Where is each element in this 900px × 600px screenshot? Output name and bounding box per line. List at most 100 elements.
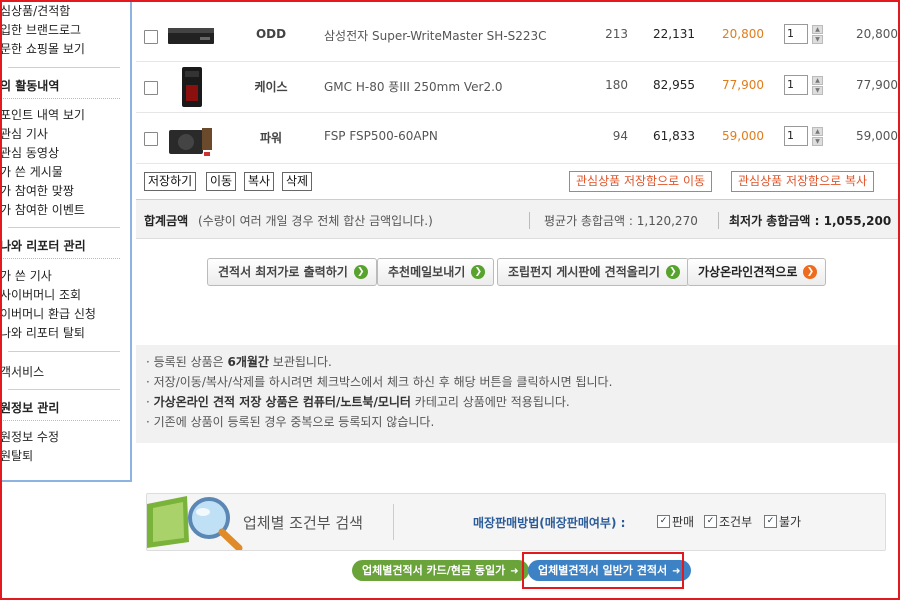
sidebar-item-fav-articles[interactable]: 관심 기사	[0, 125, 48, 142]
product-category: ODD	[255, 27, 287, 41]
sidebar-item-cybermoney[interactable]: 사이버머니 조회	[0, 286, 81, 303]
delete-button[interactable]: 삭제	[282, 172, 313, 191]
sidebar-item-brand-log[interactable]: 입한 브랜드로그	[0, 21, 81, 38]
quantity-stepper[interactable]: ▲ ▼	[812, 127, 823, 147]
lowest-total-amount: 최저가 총합금액 : 1,055,200	[718, 212, 891, 229]
filter-option-sale: 판매	[672, 515, 695, 529]
magnifier-icon	[147, 496, 243, 550]
arrow-right-icon: ❯	[665, 264, 680, 279]
print-lowest-label: 견적서 최저가로 출력하기	[218, 265, 348, 279]
sidebar-dots	[0, 258, 120, 259]
search-title: 업체별 조건부 검색	[243, 514, 363, 532]
mypage-sidebar: 심상품/견적함 입한 브랜드로그 문한 쇼핑몰 보기 의 활동내역 포인트 내역…	[0, 0, 132, 482]
pc-case-thumbnail	[182, 67, 202, 107]
arrow-right-icon: ➜	[510, 566, 519, 577]
sidebar-divider	[8, 389, 120, 390]
product-checkbox[interactable]	[144, 132, 158, 146]
quantity-stepper[interactable]: ▲ ▼	[812, 76, 823, 96]
quantity-input[interactable]: 1	[784, 24, 808, 44]
notice-line: · 가상온라인 견적 저장 상품은 컴퓨터/노트북/모니터 카테고리 상품에만 …	[146, 395, 570, 409]
product-name[interactable]: 삼성전자 Super-WriteMaster SH-S223C	[324, 27, 547, 44]
sidebar-item-wishlist[interactable]: 심상품/견적함	[0, 2, 70, 19]
notice-line: · 등록된 상품은 6개월간 보관됩니다.	[146, 355, 332, 369]
sales-method-label: 매장판매방법(매장판매여부) :	[473, 516, 626, 530]
product-row: ODD 삼성전자 Super-WriteMaster SH-S223C 213 …	[136, 10, 900, 62]
sidebar-item-fav-videos[interactable]: 관심 동영상	[0, 144, 59, 161]
product-avg-price: 82,955	[653, 78, 695, 92]
sidebar-dots	[0, 98, 120, 99]
avg-total-amount: 평균가 총합금액 : 1,120,270	[529, 212, 698, 229]
power-supply-thumbnail	[169, 128, 212, 156]
notice-box: · 등록된 상품은 6개월간 보관됩니다. · 저장/이동/복사/삭제를 하시려…	[136, 345, 900, 443]
filter-checkbox-conditional[interactable]: ✓	[704, 515, 717, 528]
total-note: (수량이 여러 개일 경우 전체 합산 금액입니다.)	[198, 214, 433, 228]
sidebar-item-my-matches[interactable]: 가 참여한 맞짱	[0, 182, 74, 199]
product-lowest-price: 59,000	[722, 129, 764, 143]
move-button[interactable]: 이동	[206, 172, 237, 191]
sidebar-section-member: 원정보 관리	[0, 401, 60, 415]
product-subtotal: 59,000	[856, 129, 898, 143]
sidebar-item-visited-malls[interactable]: 문한 쇼핑몰 보기	[0, 40, 85, 57]
sidebar-dots	[0, 420, 120, 421]
sidebar-item-customer-service[interactable]: 객서비스	[0, 363, 44, 380]
goto-online-estimate-button[interactable]: 가상온라인견적으로 ❯	[687, 258, 827, 286]
product-mall-count: 213	[605, 27, 628, 41]
notice-line: · 기존에 상품이 등록된 경우 중복으로 등록되지 않습니다.	[146, 415, 435, 429]
product-row: 케이스 GMC H-80 풍III 250mm Ver2.0 180 82,95…	[136, 61, 900, 113]
sidebar-divider	[8, 67, 120, 68]
goto-online-label: 가상온라인견적으로	[698, 265, 798, 279]
product-avg-price: 22,131	[653, 27, 695, 41]
product-mall-count: 180	[605, 78, 628, 92]
sidebar-divider	[8, 351, 120, 352]
quantity-input[interactable]: 1	[784, 126, 808, 146]
sidebar-item-edit-member[interactable]: 원정보 수정	[0, 428, 59, 445]
total-label: 합계금액	[144, 214, 189, 228]
action-toolbar: 저장하기 이동 복사 삭제 관심상품 저장함으로 이동 관심상품 저장함으로 복…	[136, 165, 900, 200]
product-category: 케이스	[254, 80, 288, 94]
product-lowest-price: 20,800	[722, 27, 764, 41]
conditional-search-panel: 업체별 조건부 검색 매장판매방법(매장판매여부) : ✓ 판매 ✓ 조건부 ✓…	[146, 493, 886, 551]
post-board-button[interactable]: 조립펀지 게시판에 견적올리기 ❯	[497, 258, 689, 286]
product-lowest-price: 77,900	[722, 78, 764, 92]
sidebar-item-my-posts[interactable]: 가 쓴 게시물	[0, 163, 63, 180]
send-mail-label: 추천메일보내기	[388, 265, 466, 279]
search-divider	[393, 504, 394, 540]
sidebar-section-activity: 의 활동내역	[0, 79, 60, 93]
product-category: 파워	[259, 131, 283, 145]
move-to-wishlist-button[interactable]: 관심상품 저장함으로 이동	[569, 171, 713, 192]
total-summary: 합계금액 (수량이 여러 개일 경우 전체 합산 금액입니다.) 평균가 총합금…	[136, 200, 900, 239]
product-checkbox[interactable]	[144, 30, 158, 44]
arrow-right-icon: ❯	[803, 264, 818, 279]
product-avg-price: 61,833	[653, 129, 695, 143]
sidebar-item-points[interactable]: 포인트 내역 보기	[0, 106, 85, 123]
product-checkbox[interactable]	[144, 81, 158, 95]
copy-to-wishlist-button[interactable]: 관심상품 저장함으로 복사	[731, 171, 875, 192]
quantity-input[interactable]: 1	[784, 75, 808, 95]
save-button[interactable]: 저장하기	[144, 172, 197, 191]
sidebar-item-cybermoney-refund[interactable]: 이버머니 환급 신청	[0, 305, 96, 322]
product-name[interactable]: GMC H-80 풍III 250mm Ver2.0	[324, 78, 503, 95]
quantity-stepper[interactable]: ▲ ▼	[812, 25, 823, 45]
filter-option-unavailable: 불가	[779, 515, 802, 529]
card-cash-estimate-button[interactable]: 업체별견적서 카드/현금 동일가 ➜	[352, 560, 529, 581]
print-lowest-button[interactable]: 견적서 최저가로 출력하기 ❯	[207, 258, 377, 286]
copy-button[interactable]: 복사	[244, 172, 275, 191]
product-subtotal: 20,800	[856, 27, 898, 41]
card-cash-label: 업체별견적서 카드/현금 동일가	[362, 564, 506, 577]
filter-checkbox-unavailable[interactable]: ✓	[764, 515, 777, 528]
product-subtotal: 77,900	[856, 78, 898, 92]
product-mall-count: 94	[612, 129, 628, 143]
sidebar-item-my-events[interactable]: 가 참여한 이벤트	[0, 201, 85, 218]
notice-line: · 저장/이동/복사/삭제를 하시려면 체크박스에서 체크 하신 후 해당 버튼…	[146, 375, 613, 389]
filter-checkbox-sale[interactable]: ✓	[657, 515, 670, 528]
filter-option-conditional: 조건부	[719, 515, 753, 529]
sidebar-item-reporter-leave[interactable]: 나와 리포터 탈퇴	[0, 324, 85, 341]
sidebar-item-withdraw[interactable]: 원탈퇴	[0, 447, 33, 464]
sidebar-divider	[8, 227, 120, 228]
product-row: 파워 FSP FSP500-60APN 94 61,833 59,000 1 ▲…	[136, 112, 900, 164]
product-name[interactable]: FSP FSP500-60APN	[324, 129, 438, 143]
send-mail-button[interactable]: 추천메일보내기 ❯	[377, 258, 495, 286]
target-highlight-box	[522, 552, 684, 589]
odd-drive-thumbnail	[168, 28, 214, 44]
sidebar-item-my-articles[interactable]: 가 쓴 기사	[0, 267, 52, 284]
